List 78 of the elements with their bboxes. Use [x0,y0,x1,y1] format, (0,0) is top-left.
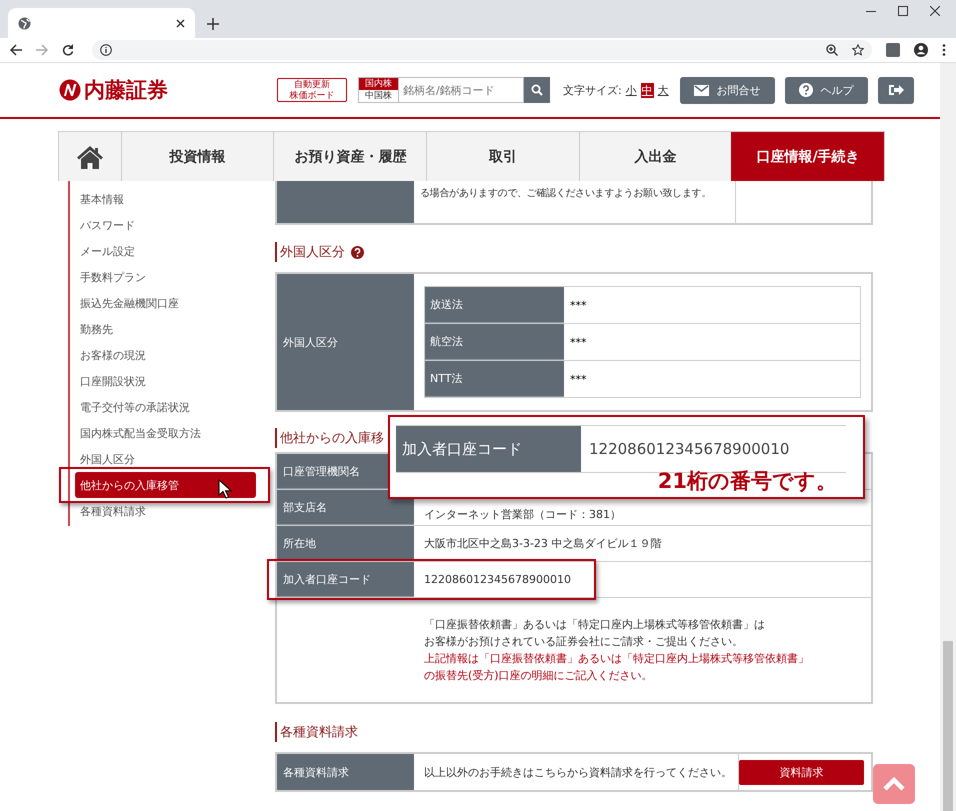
sidebar-item[interactable]: 各種資料請求 [70,498,260,524]
zoom-icon[interactable] [826,44,838,56]
sidebar-item[interactable]: 国内株式配当金受取方法 [70,420,260,446]
label-cell: 外国人区分 [277,274,414,410]
search-field[interactable]: 銘柄名/銘柄コード [398,77,524,103]
nav-tab[interactable]: 投資情報 [120,132,274,181]
section-title: 他社からの入庫移 [280,430,384,447]
logo-icon [58,79,82,101]
note-text: 「口座振替依頼書」あるいは「特定口座内上場株式等移管依頼書」は お客様がお預けされている証券会社にご請求・ご提出ください。 [424,617,766,650]
value-cell-text: 122086012345678900010 [423,572,572,588]
value-cell-text: 以上以外のお手続きはこちらから資料請求を行ってください。 [423,764,733,780]
font-size-option[interactable]: 小 [624,82,638,98]
contact-button[interactable]: お問合せ [680,76,775,104]
logout-button[interactable] [878,76,914,104]
sidebar-item[interactable]: 口座開設状況 [70,368,260,394]
help-button[interactable]: ヘルプ [784,76,868,104]
sidebar-item[interactable]: 勤務先 [70,316,260,342]
label-cell: NTT法 [425,361,564,397]
value-cell-text: 大阪市北区中之島3-3-23 中之島ダイビル１９階 [423,536,662,552]
logo-text[interactable]: 内藤証券 [84,76,168,104]
reload-icon[interactable] [62,44,74,56]
globe-icon [18,16,31,30]
value-cell-text: インターネット営業部（コード：381） [423,507,622,523]
info-icon [100,44,112,56]
cursor-icon [218,479,232,499]
label-cell: 放送法 [425,287,564,323]
profile-icon[interactable] [914,43,928,57]
home-tab[interactable] [59,132,121,181]
font-size-option[interactable]: 大 [656,82,670,98]
font-size-label: 文字サイズ: [563,82,622,98]
close-icon[interactable] [176,18,185,28]
chevron-up-icon [882,776,906,792]
section-title: 外国人区分 [280,244,345,261]
market-tab[interactable]: 国内株 [359,78,398,90]
sidebar-item[interactable]: お客様の現況 [70,342,260,368]
close-icon[interactable] [930,6,940,16]
section-title: 各種資料請求 [280,724,358,741]
sidebar-item[interactable]: 振込先金融機関口座 [70,290,260,316]
nav-tab[interactable]: 取引 [426,132,579,181]
home-icon [76,144,104,168]
value-cell-text: 122086012345678900010 [588,439,790,460]
notice-text: る場合がありますので、ご確認くださいますようお願い致します。 [419,186,712,201]
label-cell: 航空法 [425,324,564,360]
callout-note: 21桁の番号です。 [658,468,837,495]
note-text: 上記情報は「口座振替依頼書」あるいは「特定口座内上場株式等移管依頼書」 の振替先(受方)口座の明細にご記入ください。 [424,651,810,684]
label-cell: 加入者口座コード [396,426,581,472]
maximize-icon[interactable] [898,6,908,16]
label-cell: 部支店名 [277,490,414,525]
nav-tab[interactable]: 入出金 [578,132,732,181]
nav-tab[interactable]: 口座情報/手続き [731,132,884,181]
sidebar-item[interactable]: メール設定 [70,238,260,264]
scrollbar[interactable] [940,63,956,811]
request-button[interactable]: 資料請求 [739,760,864,784]
font-size-option[interactable]: 中 [640,82,654,98]
sidebar-item[interactable]: 基本情報 [70,186,260,212]
sidebar-item[interactable]: 電子交付等の承諾状況 [70,394,260,420]
help-icon [798,83,813,97]
nav-tab[interactable]: お預り資産・履歴 [273,132,426,181]
new-tab-icon[interactable] [207,18,219,30]
search-button[interactable] [524,77,550,103]
menu-icon[interactable] [942,44,946,56]
mail-icon [694,84,709,96]
value-cell-text: *** [569,334,588,350]
help-icon[interactable] [351,246,364,258]
sidebar-item[interactable]: 外国人区分 [70,446,260,472]
search-icon [531,84,543,96]
value-cell-text: *** [569,298,588,314]
value-cell-text: *** [569,372,588,388]
star-icon[interactable] [852,44,864,56]
back-icon[interactable] [10,44,22,56]
sidebar-item[interactable]: 他社からの入庫移管 [75,472,256,498]
logout-icon [888,83,904,97]
sidebar-item[interactable]: パスワード [70,212,260,238]
label-cell: 加入者口座コード [277,562,414,597]
sidebar-item[interactable]: 手数料プラン [70,264,260,290]
stock-board-link[interactable]: 自動更新 株価ボード [277,78,347,102]
label-cell: 各種資料請求 [277,754,414,790]
label-cell: 所在地 [277,526,414,561]
